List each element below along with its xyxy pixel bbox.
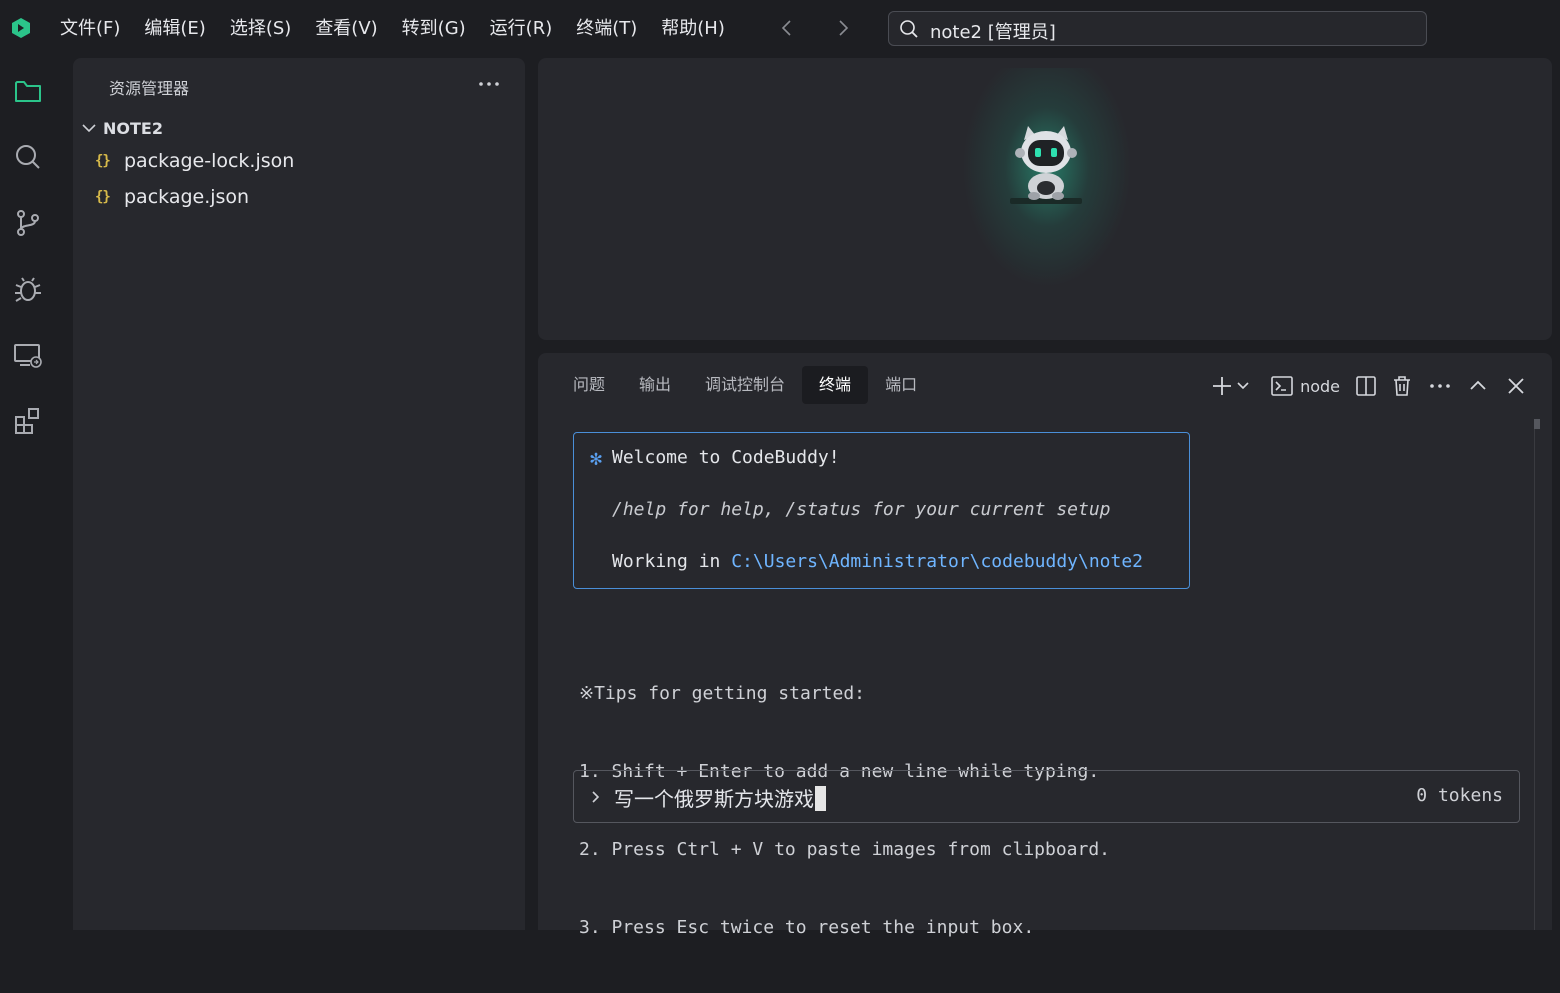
- more-actions-icon[interactable]: [1428, 374, 1452, 398]
- json-file-icon: {}: [95, 189, 111, 205]
- menu-file[interactable]: 文件(F): [48, 14, 132, 44]
- menu-view[interactable]: 查看(V): [303, 14, 389, 44]
- file-name: package-lock.json: [124, 150, 295, 172]
- title-bar: 文件(F) 编辑(E) 选择(S) 查看(V) 转到(G) 运行(R) 终端(T…: [0, 0, 1560, 58]
- tab-ports[interactable]: 端口: [868, 366, 934, 404]
- codebuddy-welcome-box: ✻ Welcome to CodeBuddy! /help for help, …: [573, 432, 1190, 589]
- chevron-right-icon: [592, 791, 600, 803]
- run-debug-icon[interactable]: [12, 273, 44, 305]
- tip-item: 3. Press Esc twice to reset the input bo…: [579, 917, 1035, 938]
- remote-explorer-icon[interactable]: [12, 339, 44, 371]
- menu-terminal[interactable]: 终端(T): [564, 14, 649, 44]
- menu-bar: 文件(F) 编辑(E) 选择(S) 查看(V) 转到(G) 运行(R) 终端(T…: [48, 14, 737, 44]
- split-terminal-icon[interactable]: [1354, 374, 1378, 398]
- welcome-help: /help for help, /status for your current…: [612, 499, 1111, 520]
- file-item-package-lock[interactable]: {} package-lock.json: [95, 146, 294, 176]
- token-count: 0 tokens: [1416, 785, 1503, 806]
- chevron-down-icon[interactable]: [1236, 374, 1250, 398]
- search-icon[interactable]: [12, 141, 44, 173]
- terminal-shell-icon[interactable]: [1270, 374, 1294, 398]
- maximize-panel-icon[interactable]: [1466, 374, 1490, 398]
- prompt-input[interactable]: 写一个俄罗斯方块游戏: [614, 783, 826, 812]
- activity-bar: [0, 58, 56, 930]
- working-directory-line: Working in C:\Users\Administrator\codebu…: [612, 551, 1143, 572]
- text-cursor: [815, 786, 826, 811]
- tips-title: ※Tips for getting started:: [579, 683, 866, 704]
- file-item-package[interactable]: {} package.json: [95, 182, 249, 212]
- working-path[interactable]: C:\Users\Administrator\codebuddy\note2: [731, 551, 1143, 572]
- explorer-panel: 资源管理器 NOTE2 {} package-lock.json {} pack…: [73, 58, 525, 930]
- bottom-panel: 问题 输出 调试控制台 终端 端口 node ✻ Welcome to Code…: [538, 353, 1552, 938]
- trash-icon[interactable]: [1390, 374, 1414, 398]
- close-panel-icon[interactable]: [1504, 374, 1528, 398]
- tip-item: 2. Press Ctrl + V to paste images from c…: [579, 839, 1111, 860]
- tab-terminal[interactable]: 终端: [802, 366, 869, 404]
- search-text: note2 [管理员]: [930, 22, 1056, 43]
- codebuddy-mascot-icon: [1010, 126, 1082, 204]
- chevron-down-icon: [82, 124, 96, 133]
- prompt-text: 写一个俄罗斯方块游戏: [614, 787, 814, 811]
- shell-label[interactable]: node: [1300, 377, 1340, 396]
- prompt-input-box[interactable]: 写一个俄罗斯方块游戏 0 tokens: [573, 770, 1520, 823]
- explorer-title: 资源管理器: [109, 79, 190, 98]
- menu-edit[interactable]: 编辑(E): [132, 14, 217, 44]
- menu-selection[interactable]: 选择(S): [218, 14, 303, 44]
- terminal-actions: node: [1198, 371, 1528, 401]
- working-in-label: Working in: [612, 551, 732, 572]
- menu-run[interactable]: 运行(R): [478, 14, 565, 44]
- folder-note2[interactable]: NOTE2: [81, 116, 163, 140]
- editor-welcome-panel: [538, 58, 1552, 340]
- file-name: package.json: [124, 186, 250, 208]
- tab-output[interactable]: 输出: [622, 366, 688, 404]
- json-file-icon: {}: [95, 153, 111, 169]
- back-arrow-icon[interactable]: [776, 17, 798, 39]
- tab-problems[interactable]: 问题: [556, 366, 622, 404]
- welcome-title: Welcome to CodeBuddy!: [612, 447, 840, 468]
- menu-go[interactable]: 转到(G): [390, 14, 478, 44]
- panel-tabs: 问题 输出 调试控制台 终端 端口: [556, 366, 934, 404]
- explorer-files-icon[interactable]: [12, 75, 44, 107]
- extensions-icon[interactable]: [12, 405, 44, 437]
- tab-debug-console[interactable]: 调试控制台: [688, 366, 802, 404]
- search-icon: [900, 20, 918, 38]
- menu-help[interactable]: 帮助(H): [649, 14, 737, 44]
- add-terminal-icon[interactable]: [1210, 374, 1234, 398]
- folder-name: NOTE2: [103, 118, 163, 138]
- terminal-scrollbar[interactable]: [1534, 419, 1542, 930]
- command-search-box[interactable]: note2 [管理员]: [888, 11, 1427, 46]
- more-actions-icon[interactable]: [477, 74, 501, 94]
- asterisk-icon: ✻: [590, 446, 603, 470]
- codebuddy-logo-icon: [12, 18, 30, 38]
- scrollbar-thumb[interactable]: [1534, 419, 1540, 429]
- source-control-icon[interactable]: [12, 207, 44, 239]
- forward-arrow-icon[interactable]: [832, 17, 854, 39]
